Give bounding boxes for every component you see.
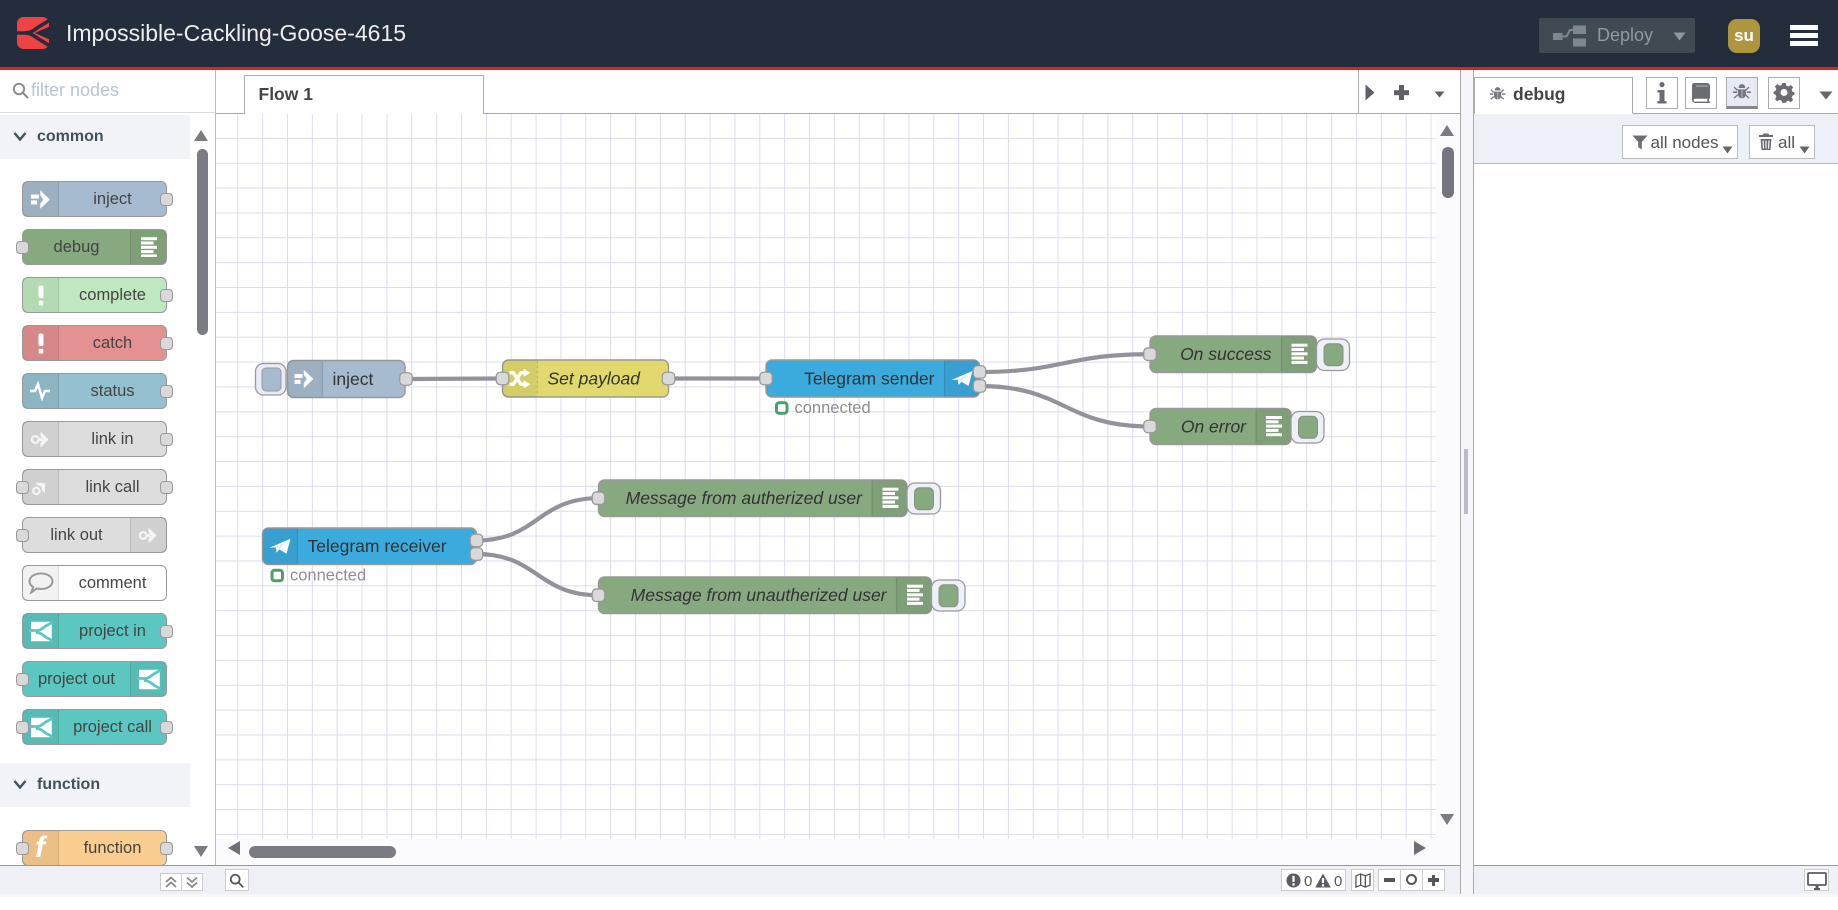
svg-text:Telegram sender: Telegram sender xyxy=(804,368,935,388)
svg-text:Message from autherized user: Message from autherized user xyxy=(626,488,864,508)
svg-text:connected: connected xyxy=(795,398,871,416)
svg-text:f: f xyxy=(35,832,48,864)
svg-text:On error: On error xyxy=(1181,416,1247,436)
svg-text:inject: inject xyxy=(333,369,374,389)
svg-text:Message from unautherized user: Message from unautherized user xyxy=(631,585,888,605)
svg-text:On success: On success xyxy=(1180,344,1272,364)
svg-text:connected: connected xyxy=(290,566,366,584)
svg-text:Set payload: Set payload xyxy=(548,368,642,388)
svg-text:Telegram receiver: Telegram receiver xyxy=(308,536,447,556)
